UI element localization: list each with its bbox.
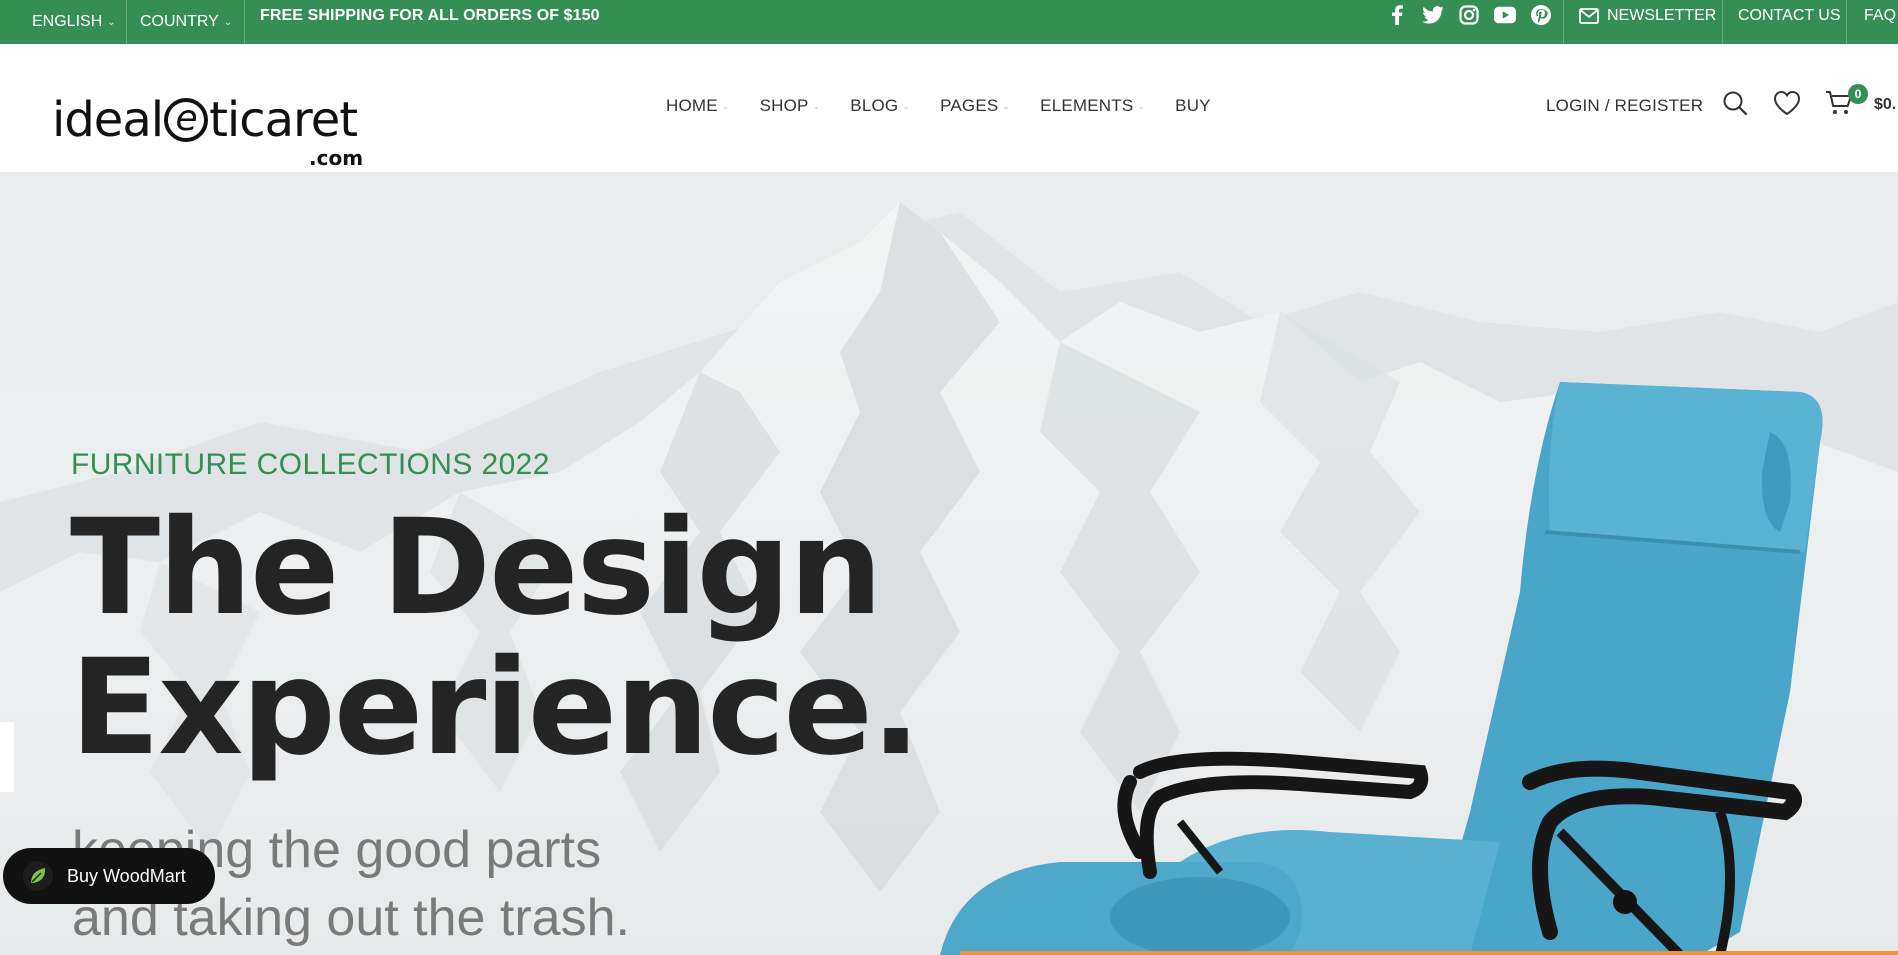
chevron-down-icon: ⌄ [1137, 100, 1146, 111]
faq-link[interactable]: FAQ [1848, 0, 1898, 38]
buy-woodmart-button[interactable]: Buy WoodMart [3, 848, 215, 904]
newsletter-label: NEWSLETTER [1607, 7, 1717, 24]
nav-item-shop[interactable]: SHOP ⌄ [760, 96, 821, 116]
facebook-icon[interactable] [1386, 4, 1408, 26]
nav-item-pages[interactable]: PAGES ⌄ [940, 96, 1010, 116]
hero-headline: The Design Experience. [70, 491, 921, 785]
nav-label: PAGES [940, 96, 999, 115]
hero-banner: FURNITURE COLLECTIONS 2022 The Design Ex… [0, 172, 1898, 955]
language-label: ENGLISH [32, 13, 103, 30]
language-selector[interactable]: ENGLISH ⌄ [16, 0, 132, 44]
nav-item-home[interactable]: HOME ⌄ [666, 96, 730, 116]
cart-count-badge: 0 [1848, 84, 1868, 104]
nav-label: SHOP [759, 96, 809, 115]
logo-part-ideal: ideal [52, 92, 164, 148]
nav-label: HOME [666, 96, 718, 115]
social-links [1386, 2, 1552, 28]
contact-link[interactable]: CONTACT US [1722, 0, 1857, 38]
headline-line-2: Experience. [70, 631, 921, 785]
chevron-down-icon: ⌄ [223, 16, 233, 28]
nav-item-elements[interactable]: ELEMENTS ⌄ [1040, 96, 1145, 116]
hero-eyebrow: FURNITURE COLLECTIONS 2022 [71, 448, 550, 481]
nav-label: BUY [1175, 96, 1211, 115]
nav-label: BLOG [850, 96, 899, 115]
cart-total[interactable]: $0. [1874, 96, 1896, 114]
divider [1846, 0, 1847, 44]
logo-e-mark: e [164, 98, 209, 142]
search-icon[interactable] [1720, 88, 1750, 118]
nav-item-blog[interactable]: BLOG ⌄ [850, 96, 910, 116]
pinterest-icon[interactable] [1530, 4, 1552, 26]
twitter-icon[interactable] [1422, 4, 1444, 26]
side-tab-handle[interactable] [0, 722, 14, 792]
instagram-icon[interactable] [1458, 4, 1480, 26]
chevron-down-icon: ⌄ [812, 100, 821, 111]
country-selector[interactable]: COUNTRY ⌄ [124, 0, 248, 44]
shipping-notice: FREE SHIPPING FOR ALL ORDERS OF $150 [260, 7, 600, 24]
chevron-down-icon: ⌄ [1002, 100, 1011, 111]
login-register-link[interactable]: LOGIN / REGISTER [1546, 90, 1703, 122]
logo-wordmark: ideal e ticaret [52, 92, 358, 148]
chevron-down-icon: ⌄ [721, 100, 730, 111]
chevron-down-icon: ⌄ [902, 100, 911, 111]
nav-label: ELEMENTS [1040, 96, 1134, 115]
main-nav: HOME ⌄ SHOP ⌄ BLOG ⌄ PAGES ⌄ ELEMENTS ⌄ BUY [666, 96, 1241, 116]
newsletter-link[interactable]: NEWSLETTER [1563, 0, 1732, 38]
site-logo[interactable]: ideal e ticaret .com [52, 92, 363, 170]
youtube-icon[interactable] [1494, 4, 1516, 26]
headline-line-1: The Design [70, 491, 883, 645]
logo-part-ticaret: ticaret [209, 92, 358, 148]
top-bar: ENGLISH ⌄ COUNTRY ⌄ FREE SHIPPING FOR AL… [0, 0, 1898, 44]
heart-icon[interactable] [1772, 88, 1802, 118]
logo-com: .com [309, 146, 364, 170]
buy-woodmart-label: Buy WoodMart [67, 865, 186, 886]
accent-divider [960, 951, 1898, 955]
country-label: COUNTRY [140, 13, 219, 30]
envelope-icon [1579, 8, 1599, 24]
chevron-down-icon: ⌄ [107, 16, 116, 28]
nav-item-buy[interactable]: BUY [1175, 96, 1211, 116]
leaf-icon [23, 861, 53, 891]
